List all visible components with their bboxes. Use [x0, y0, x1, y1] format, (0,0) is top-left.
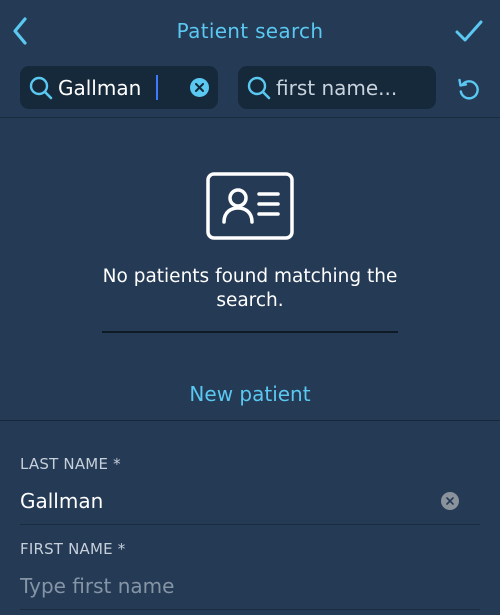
reset-search-button[interactable] [455, 75, 483, 103]
first-name-label: FIRST NAME * [20, 540, 126, 558]
last-name-search-input[interactable] [58, 75, 188, 100]
search-icon [247, 76, 271, 99]
id-card-icon [206, 172, 294, 240]
divider [0, 117, 500, 118]
first-name-search-box [238, 66, 436, 109]
divider [20, 609, 480, 610]
header-bar: Patient search [0, 0, 500, 62]
clear-last-name-button[interactable] [441, 492, 459, 510]
last-name-label: LAST NAME * [20, 455, 121, 473]
text-caret [156, 75, 158, 100]
divider [20, 524, 480, 525]
divider [0, 420, 500, 421]
undo-icon [458, 78, 479, 100]
close-icon [195, 83, 204, 92]
search-icon [29, 76, 53, 99]
search-row [0, 66, 500, 110]
first-name-field[interactable] [20, 574, 430, 598]
first-name-search-input[interactable] [276, 75, 426, 100]
last-name-field[interactable] [20, 489, 430, 513]
new-patient-link[interactable]: New patient [0, 382, 500, 406]
last-name-search-box [20, 66, 218, 109]
page-title: Patient search [176, 19, 324, 43]
clear-search-button[interactable] [190, 78, 209, 97]
no-results-message: No patients found matching the search. [102, 266, 398, 311]
checkmark-icon [455, 20, 483, 42]
confirm-button[interactable] [454, 16, 484, 46]
divider [102, 331, 398, 333]
close-icon [446, 497, 454, 505]
